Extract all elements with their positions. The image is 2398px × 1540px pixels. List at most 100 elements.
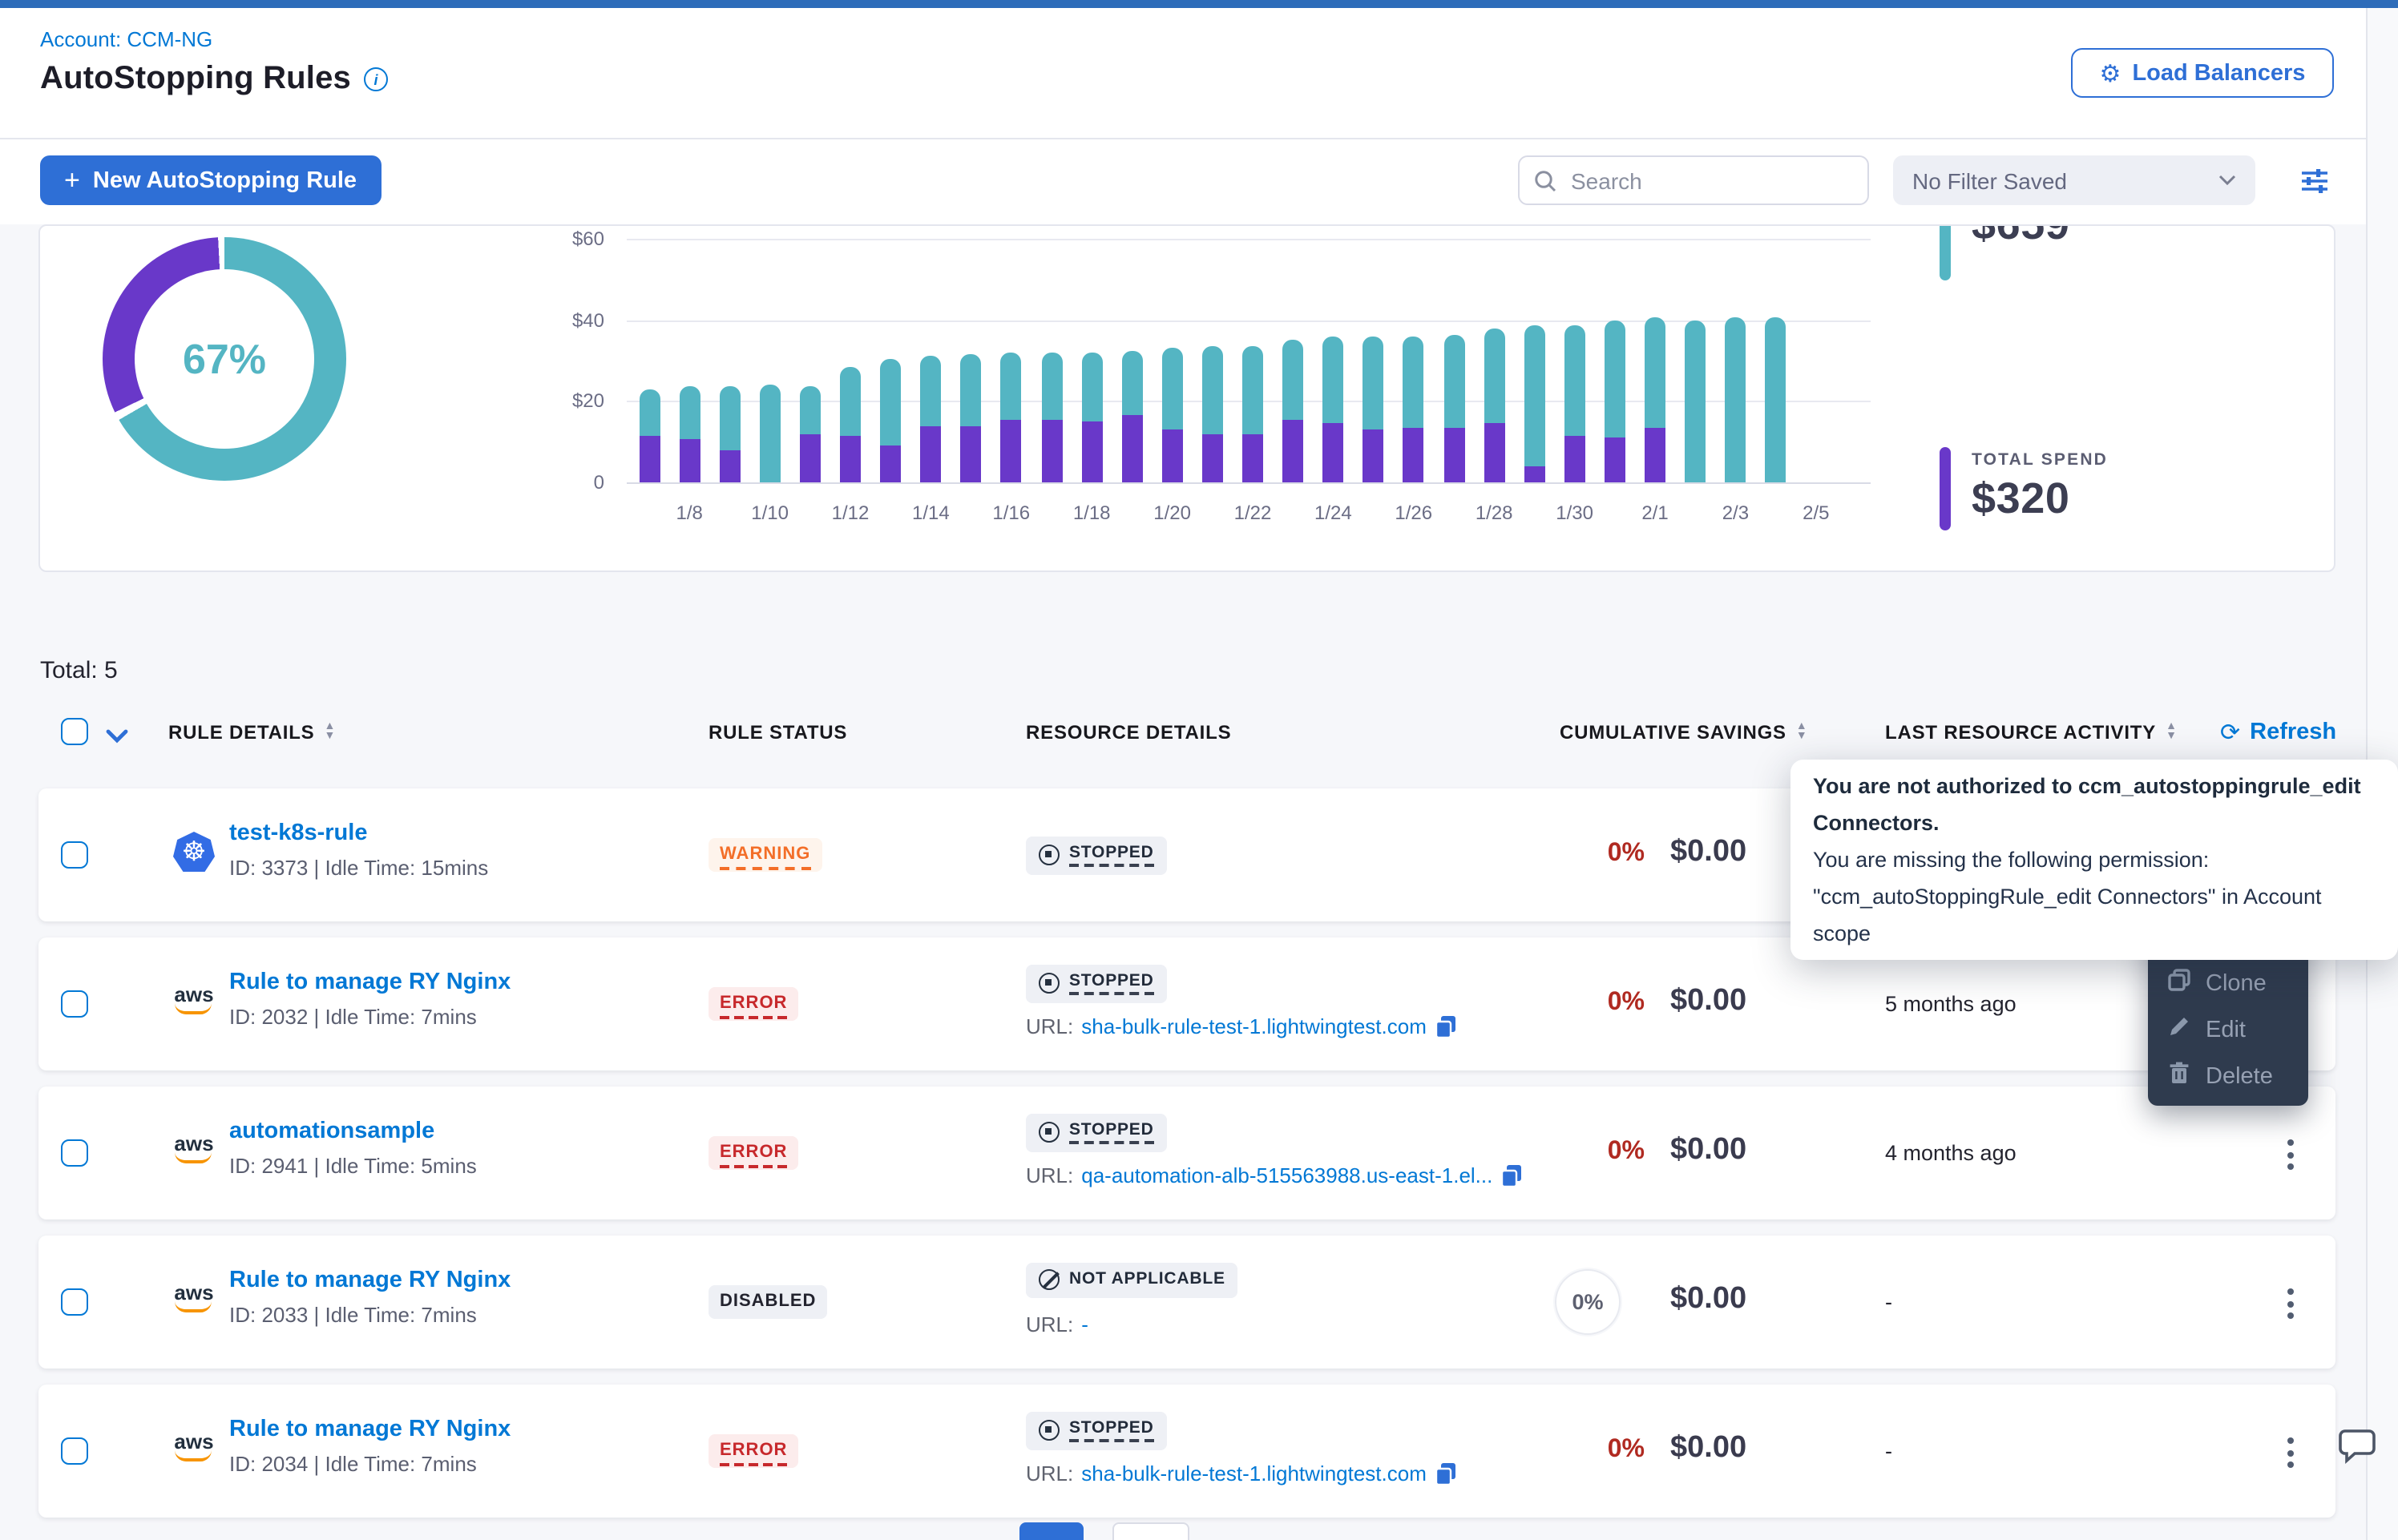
rule-meta: ID: 2941 | Idle Time: 5mins: [229, 1154, 477, 1178]
bar-1/14[interactable]: [920, 357, 941, 482]
bar-1/29[interactable]: [1524, 326, 1544, 482]
rule-status-badge[interactable]: DISABLED: [708, 1285, 827, 1319]
row-checkbox[interactable]: [61, 1139, 88, 1167]
info-icon[interactable]: i: [364, 67, 388, 91]
savings-legend-bar: [1940, 224, 1951, 280]
kebab-menu-icon[interactable]: [2283, 1135, 2299, 1175]
refresh-button[interactable]: ⟳ Refresh: [2220, 718, 2336, 747]
savings-percent: 0%: [1545, 1436, 1645, 1465]
search-input[interactable]: [1568, 166, 1824, 195]
bar-1/20[interactable]: [1162, 349, 1183, 482]
rule-name-link[interactable]: test-k8s-rule: [229, 820, 367, 846]
bar-1/30[interactable]: [1564, 326, 1585, 482]
bar-1/9[interactable]: [719, 387, 740, 482]
column-cumulative-savings[interactable]: CUMULATIVE SAVINGS ▲▼: [1560, 721, 1808, 744]
bar-2/3[interactable]: [1725, 318, 1746, 482]
resource-state-badge[interactable]: STOPPED: [1026, 965, 1167, 1003]
page-title: AutoStopping Rules: [40, 61, 351, 98]
bar-1/19[interactable]: [1121, 350, 1142, 482]
bar-1/16[interactable]: [1001, 353, 1022, 482]
sort-icon: ▲▼: [325, 723, 337, 742]
saved-filter-dropdown[interactable]: No Filter Saved: [1893, 155, 2255, 205]
resource-url-link[interactable]: -: [1081, 1312, 1088, 1336]
savings-amount: $0.00: [1670, 1133, 1746, 1168]
bar-1/18[interactable]: [1081, 353, 1102, 482]
column-last-resource-activity[interactable]: LAST RESOURCE ACTIVITY ▲▼: [1885, 721, 2178, 744]
pagination-next-page[interactable]: [1112, 1522, 1189, 1540]
bar-1/10[interactable]: [760, 385, 781, 482]
x-axis-tick: 1/10: [735, 502, 805, 524]
bar-1/11[interactable]: [800, 387, 821, 482]
copy-icon[interactable]: [1435, 1014, 1457, 1038]
select-all-checkbox[interactable]: [61, 718, 88, 745]
menu-item-clone[interactable]: Clone: [2148, 960, 2308, 1006]
row-checkbox[interactable]: [61, 1288, 88, 1316]
bar-2/2[interactable]: [1685, 320, 1706, 482]
rule-name-link[interactable]: Rule to manage RY Nginx: [229, 1268, 511, 1293]
kebab-menu-icon[interactable]: [2283, 1433, 2299, 1473]
resource-state-badge[interactable]: NOT APPLICABLE: [1026, 1263, 1238, 1298]
copy-icon[interactable]: [1500, 1163, 1523, 1187]
bar-1/21[interactable]: [1202, 346, 1223, 482]
rule-name-link[interactable]: automationsample: [229, 1119, 434, 1144]
bar-1/31[interactable]: [1605, 320, 1625, 482]
y-axis-tick: $40: [534, 308, 604, 331]
table-row: aws Rule to manage RY Nginx ID: 2034 | I…: [38, 1385, 2335, 1518]
row-checkbox[interactable]: [61, 990, 88, 1018]
bar-1/17[interactable]: [1041, 353, 1062, 482]
stopped-icon: [1039, 845, 1060, 865]
rule-name-link[interactable]: Rule to manage RY Nginx: [229, 970, 511, 995]
gridline: [627, 239, 1871, 240]
bar-1/26[interactable]: [1403, 337, 1424, 482]
column-rule-details[interactable]: RULE DETAILS ▲▼: [168, 721, 336, 744]
account-breadcrumb[interactable]: Account: CCM-NG: [40, 27, 212, 51]
total-spend-label: TOTAL SPEND: [1972, 450, 2108, 470]
screen: Account: CCM-NG AutoStopping Rules i ⚙ L…: [0, 0, 2398, 1540]
menu-item-edit[interactable]: Edit: [2148, 1006, 2308, 1053]
bar-1/25[interactable]: [1363, 337, 1384, 482]
filter-sliders-icon[interactable]: [2299, 167, 2331, 204]
savings-percent: 0%: [1545, 989, 1645, 1018]
header-chevron-down-icon[interactable]: [106, 723, 128, 752]
x-axis-tick: 1/28: [1459, 502, 1529, 524]
y-axis-tick: 0: [534, 471, 604, 494]
search-icon: [1534, 169, 1556, 191]
rule-status-badge[interactable]: ERROR: [708, 987, 798, 1021]
bar-1/23[interactable]: [1282, 341, 1303, 482]
bar-1/22[interactable]: [1242, 346, 1263, 482]
bar-1/8[interactable]: [679, 387, 700, 482]
rule-status-badge[interactable]: ERROR: [708, 1434, 798, 1468]
menu-item-delete[interactable]: Delete: [2148, 1053, 2308, 1099]
stopped-icon: [1039, 1420, 1060, 1441]
rule-status-badge[interactable]: ERROR: [708, 1136, 798, 1170]
resource-state-badge[interactable]: STOPPED: [1026, 1412, 1167, 1450]
resource-state-badge[interactable]: STOPPED: [1026, 1114, 1167, 1152]
bar-1/7[interactable]: [639, 389, 660, 482]
row-checkbox[interactable]: [61, 1437, 88, 1465]
bar-2/1[interactable]: [1645, 318, 1665, 482]
bar-1/12[interactable]: [840, 367, 861, 482]
pagination-current-page[interactable]: [1019, 1522, 1084, 1540]
copy-icon[interactable]: [1435, 1461, 1457, 1486]
chat-help-icon[interactable]: [2337, 1426, 2380, 1474]
resource-url-link[interactable]: qa-automation-alb-515563988.us-east-1.el…: [1081, 1163, 1492, 1187]
resource-state-badge[interactable]: STOPPED: [1026, 837, 1167, 875]
kebab-menu-icon[interactable]: [2283, 1284, 2299, 1324]
resource-url-link[interactable]: sha-bulk-rule-test-1.lightwingtest.com: [1081, 1461, 1427, 1486]
resource-url-link[interactable]: sha-bulk-rule-test-1.lightwingtest.com: [1081, 1014, 1427, 1038]
bar-1/15[interactable]: [961, 354, 982, 482]
row-checkbox[interactable]: [61, 841, 88, 869]
bar-1/28[interactable]: [1484, 328, 1504, 482]
rule-name-link[interactable]: Rule to manage RY Nginx: [229, 1417, 511, 1442]
bar-1/27[interactable]: [1443, 334, 1464, 482]
load-balancers-button[interactable]: ⚙ Load Balancers: [2071, 48, 2334, 98]
chevron-down-icon: [2218, 175, 2236, 186]
bar-2/4[interactable]: [1766, 318, 1786, 482]
last-activity: 5 months ago: [1885, 992, 2016, 1016]
bar-1/24[interactable]: [1322, 337, 1343, 482]
total-count: Total: 5: [40, 657, 118, 684]
bar-1/13[interactable]: [880, 358, 901, 482]
gridline: [627, 482, 1871, 484]
new-autostopping-rule-button[interactable]: + New AutoStopping Rule: [40, 155, 381, 205]
rule-status-badge[interactable]: WARNING: [708, 838, 822, 872]
